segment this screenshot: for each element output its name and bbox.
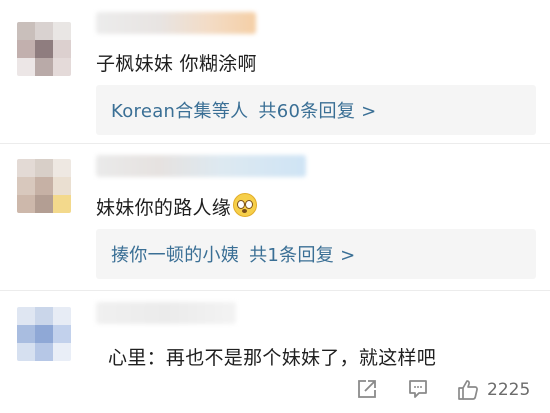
comment-text: 子枫妹妹 你糊涂啊 xyxy=(96,53,257,75)
username-blurred[interactable] xyxy=(96,155,306,177)
reply-link[interactable]: 揍你一顿的小姨 共1条回复 > xyxy=(111,241,365,267)
reply-users[interactable]: 揍你一顿的小姨 xyxy=(111,245,239,266)
reply-preview[interactable]: 揍你一顿的小姨 共1条回复 > xyxy=(96,229,536,279)
avatar[interactable] xyxy=(17,307,71,361)
comment-text: 心里：再也不是那个妹妹了，就这样吧 xyxy=(108,347,437,369)
divider xyxy=(0,290,550,291)
reply-users[interactable]: Korean合集等人 xyxy=(111,101,248,122)
avatar[interactable] xyxy=(17,22,71,76)
username-blurred[interactable] xyxy=(96,302,236,324)
reply-preview[interactable]: Korean合集等人 共60条回复 > xyxy=(96,85,536,135)
username-blurred[interactable] xyxy=(96,12,256,34)
comment-icon[interactable] xyxy=(407,378,429,400)
avatar[interactable] xyxy=(17,159,71,213)
comment-actions: 2225 xyxy=(0,376,550,406)
reply-count[interactable]: 共1条回复 > xyxy=(249,245,355,266)
like-icon[interactable] xyxy=(456,378,480,402)
divider xyxy=(0,143,550,144)
comment-text: 妹妹你的路人缘 xyxy=(96,193,258,220)
reply-count[interactable]: 共60条回复 > xyxy=(258,101,376,122)
comment-text-content: 妹妹你的路人缘 xyxy=(96,197,232,219)
like-count: 2225 xyxy=(487,380,531,400)
flushed-emoji-icon xyxy=(233,193,258,217)
reply-link[interactable]: Korean合集等人 共60条回复 > xyxy=(111,97,387,123)
share-icon[interactable] xyxy=(356,378,378,400)
